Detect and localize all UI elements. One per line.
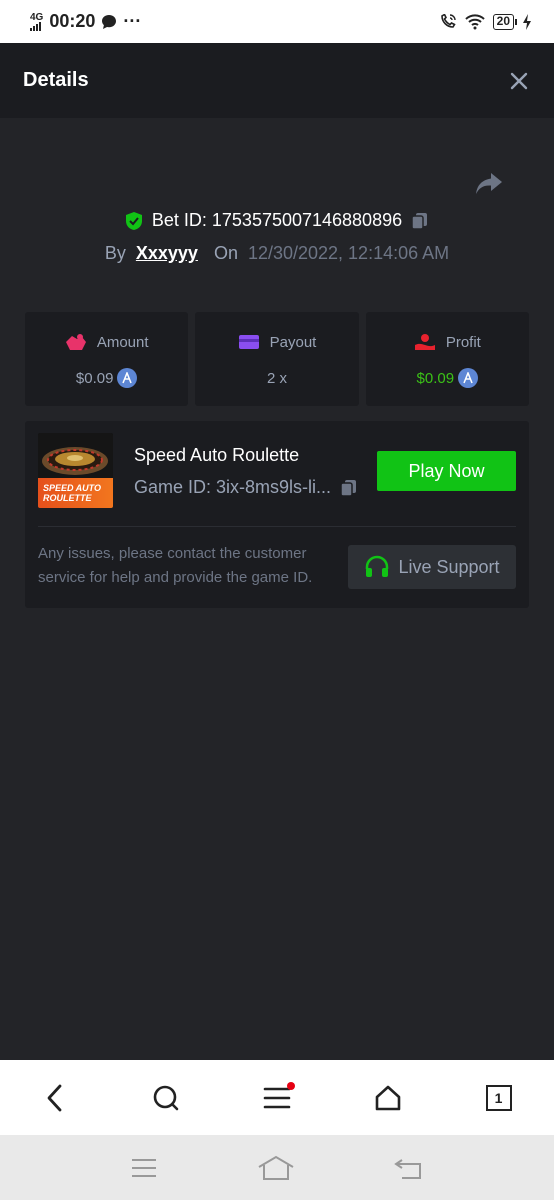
share-button[interactable] (474, 170, 504, 198)
on-label: On (213, 243, 238, 263)
menu-button[interactable] (257, 1078, 297, 1118)
support-hint-text: Any issues, please contact the customer … (38, 545, 313, 586)
wifi-icon (464, 13, 485, 29)
live-support-button[interactable]: Live Support (348, 545, 516, 589)
tab-count: 1 (485, 1084, 512, 1111)
close-button[interactable] (507, 69, 531, 93)
charging-icon (523, 13, 531, 30)
system-back-icon[interactable] (394, 1156, 424, 1180)
home-button[interactable] (368, 1078, 408, 1118)
game-id: Game ID: 3ix-8ms9ls-li... (134, 477, 332, 497)
game-card: SPEED AUTO ROULETTE Speed Auto Roulette … (25, 421, 529, 608)
more-indicator: ··· (123, 11, 142, 31)
home-icon (375, 1085, 401, 1110)
bet-id-row: Bet ID: 1753575007146880896 (0, 210, 554, 231)
search-button[interactable] (146, 1078, 186, 1118)
bet-stats: Amount $0.09 Payout 2 x Profit $0.09 (25, 312, 529, 406)
currency-coin-icon (458, 368, 479, 388)
amount-label: Amount (96, 333, 149, 351)
close-icon (510, 72, 528, 89)
menu-icon (263, 1087, 291, 1108)
bet-owner-row: By Xxxyyy On 12/30/2022, 12:14:06 AM (0, 243, 554, 264)
system-nav-bar (0, 1135, 554, 1200)
status-time: 00:20 (49, 11, 96, 31)
profit-label: Profit (445, 333, 481, 351)
amount-value: $0.09 (75, 369, 114, 387)
tabs-button[interactable]: 1 (479, 1078, 519, 1118)
copy-icon[interactable] (410, 211, 430, 231)
battery-indicator: 20 (492, 13, 518, 30)
signal-icon (30, 21, 41, 31)
amount-icon (65, 334, 86, 350)
thumbnail-title-line1: SPEED AUTO (43, 483, 102, 493)
by-label: By (104, 243, 126, 263)
payout-card: Payout 2 x (195, 312, 359, 406)
bet-date: 12/30/2022, 12:14:06 AM (247, 243, 450, 263)
payout-card-icon (238, 335, 259, 349)
status-bar: 4G 00:20 ··· 20 (0, 0, 554, 43)
share-icon (476, 173, 502, 194)
network-type: 4G (30, 11, 44, 23)
live-support-label: Live Support (398, 556, 500, 577)
notification-dot (286, 1081, 295, 1090)
divider (38, 526, 516, 527)
system-home-icon[interactable] (257, 1155, 295, 1181)
thumbnail-title-line2: ROULETTE (43, 493, 92, 503)
game-id-row: Game ID: 3ix-8ms9ls-li... (134, 477, 359, 498)
profit-card: Profit $0.09 (365, 312, 529, 406)
game-thumbnail[interactable]: SPEED AUTO ROULETTE (38, 433, 113, 508)
play-now-button[interactable]: Play Now (377, 451, 516, 491)
copy-icon[interactable] (339, 478, 359, 498)
page-title: Details (23, 69, 89, 91)
profit-value: $0.09 (416, 369, 455, 387)
message-icon (102, 14, 117, 29)
verified-shield-icon (125, 211, 142, 230)
back-icon (47, 1084, 62, 1111)
search-icon (153, 1085, 179, 1110)
username-link[interactable]: Xxxyyy (136, 243, 198, 264)
back-button[interactable] (35, 1078, 75, 1118)
game-name: Speed Auto Roulette (134, 445, 300, 465)
payout-value: 2 x (266, 369, 287, 387)
payout-label: Payout (269, 333, 317, 351)
currency-coin-icon (117, 368, 138, 388)
bet-id: Bet ID: 1753575007146880896 (151, 210, 403, 230)
roulette-wheel-icon (38, 433, 113, 481)
profit-icon (414, 334, 435, 350)
browser-nav-bar: 1 (0, 1060, 554, 1135)
recents-menu-icon[interactable] (130, 1157, 158, 1179)
network-indicator: 4G (30, 11, 44, 31)
wifi-calling-icon (440, 13, 456, 28)
headset-icon (366, 555, 389, 577)
amount-card: Amount $0.09 (25, 312, 189, 406)
details-header: Details (0, 43, 554, 118)
